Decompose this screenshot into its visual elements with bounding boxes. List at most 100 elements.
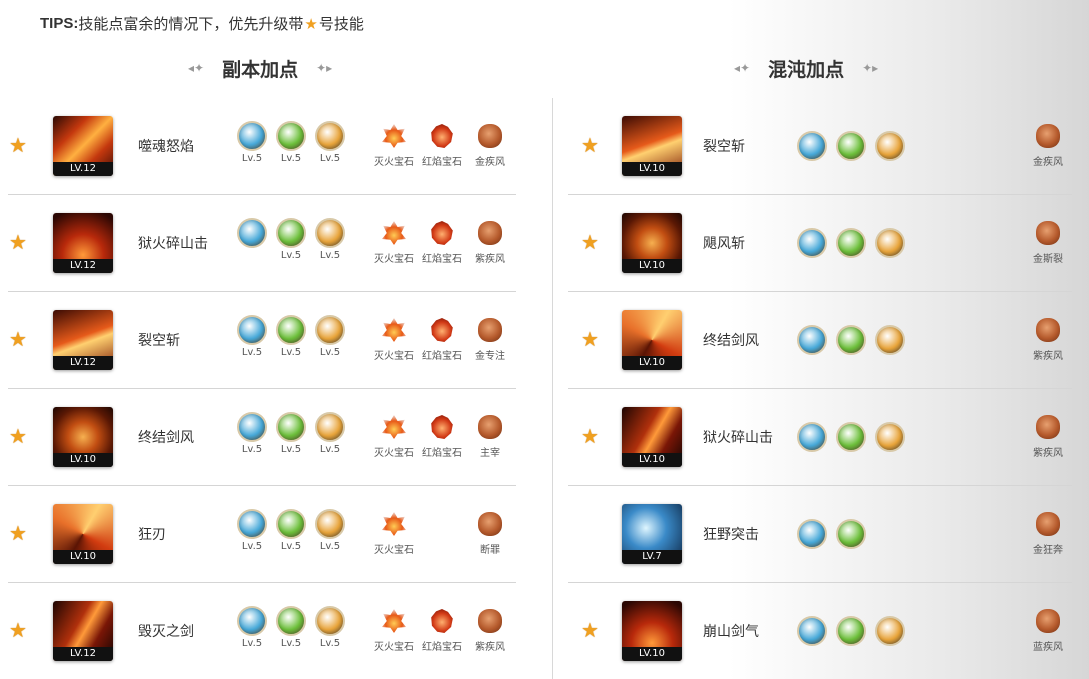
rune-icon[interactable] <box>836 131 866 161</box>
row-divider <box>8 388 516 389</box>
left-arrow-icon: ◂✦ <box>734 61 751 75</box>
skill-icon[interactable]: LV.10 <box>622 310 682 370</box>
gem-icon[interactable] <box>478 415 502 439</box>
gem-icon[interactable] <box>478 124 502 148</box>
rune-icon[interactable] <box>836 228 866 258</box>
gem-label: 断罪 <box>480 545 500 556</box>
priority-star-icon: ★ <box>581 230 599 254</box>
rune-icon[interactable] <box>836 325 866 355</box>
gem-icon[interactable] <box>382 318 406 342</box>
gem-icon[interactable] <box>431 318 453 342</box>
skill-icon[interactable]: LV.10 <box>622 407 682 467</box>
rune-icon[interactable] <box>237 412 267 442</box>
gem-icon[interactable] <box>1036 415 1060 439</box>
rune-icon[interactable] <box>237 606 267 636</box>
gem-icon[interactable] <box>431 415 453 439</box>
rune-icon[interactable] <box>315 412 345 442</box>
gem-icon[interactable] <box>1036 124 1060 148</box>
rune-icon[interactable] <box>836 616 866 646</box>
skill-icon[interactable]: LV.7 <box>622 504 682 564</box>
rune-icon[interactable] <box>276 315 306 345</box>
priority-star-icon: ★ <box>9 618 27 642</box>
rune-level-label: Lv.5 <box>241 638 263 649</box>
skill-name: 毁灭之剑 <box>138 624 194 640</box>
rune-icon[interactable] <box>315 606 345 636</box>
rune-icon[interactable] <box>875 131 905 161</box>
skill-level-badge: LV.10 <box>622 356 682 370</box>
gem-label: 红焰宝石 <box>422 254 462 265</box>
left-section-title: ◂✦ 副本加点 ✦▸ <box>188 54 332 82</box>
gem-icon[interactable] <box>431 609 453 633</box>
rune-icon[interactable] <box>797 228 827 258</box>
skill-icon[interactable]: LV.10 <box>53 504 113 564</box>
skill-icon[interactable]: LV.12 <box>53 601 113 661</box>
rune-level-label: Lv.5 <box>319 153 341 164</box>
rune-level-label: Lv.5 <box>319 347 341 358</box>
gem-label: 紫疾风 <box>475 642 505 653</box>
gem-icon[interactable] <box>478 609 502 633</box>
skill-icon[interactable]: LV.10 <box>622 601 682 661</box>
gem-icon[interactable] <box>1036 221 1060 245</box>
skill-name: 崩山剑气 <box>703 624 759 640</box>
rune-icon[interactable] <box>315 218 345 248</box>
skill-icon[interactable]: LV.12 <box>53 310 113 370</box>
rune-icon[interactable] <box>237 121 267 151</box>
rune-icon[interactable] <box>276 412 306 442</box>
rune-level-label: Lv.5 <box>241 444 263 455</box>
rune-icon[interactable] <box>875 422 905 452</box>
rune-icon[interactable] <box>797 519 827 549</box>
rune-icon[interactable] <box>875 325 905 355</box>
rune-icon[interactable] <box>836 519 866 549</box>
skill-level-badge: LV.12 <box>53 356 113 370</box>
rune-icon[interactable] <box>315 509 345 539</box>
gem-icon[interactable] <box>382 221 406 245</box>
right-section-title: ◂✦ 混沌加点 ✦▸ <box>734 54 878 82</box>
gem-icon[interactable] <box>431 221 453 245</box>
gem-icon[interactable] <box>431 124 453 148</box>
rune-icon[interactable] <box>237 218 267 248</box>
gem-icon[interactable] <box>382 512 406 536</box>
rune-icon[interactable] <box>237 509 267 539</box>
gem-icon[interactable] <box>382 415 406 439</box>
row-divider <box>568 582 1072 583</box>
star-icon: ★ <box>304 14 318 33</box>
skill-icon[interactable]: LV.12 <box>53 213 113 273</box>
gem-icon[interactable] <box>478 318 502 342</box>
rune-icon[interactable] <box>276 606 306 636</box>
rune-icon[interactable] <box>797 325 827 355</box>
skill-icon[interactable]: LV.10 <box>622 116 682 176</box>
rune-icon[interactable] <box>315 121 345 151</box>
rune-icon[interactable] <box>797 422 827 452</box>
priority-star-icon: ★ <box>9 230 27 254</box>
gem-icon[interactable] <box>478 221 502 245</box>
rune-level-label: Lv.5 <box>280 153 302 164</box>
gem-icon[interactable] <box>382 124 406 148</box>
rune-icon[interactable] <box>797 616 827 646</box>
skill-level-badge: LV.7 <box>622 550 682 564</box>
rune-icon[interactable] <box>836 422 866 452</box>
skill-icon[interactable]: LV.10 <box>53 407 113 467</box>
column-divider <box>552 98 553 679</box>
rune-icon[interactable] <box>276 218 306 248</box>
rune-level-label: Lv.5 <box>241 347 263 358</box>
rune-icon[interactable] <box>315 315 345 345</box>
tips-prefix: TIPS: <box>40 15 79 32</box>
skill-icon[interactable]: LV.12 <box>53 116 113 176</box>
gem-icon[interactable] <box>1036 318 1060 342</box>
row-divider <box>568 194 1072 195</box>
rune-icon[interactable] <box>276 509 306 539</box>
rune-icon[interactable] <box>276 121 306 151</box>
gem-icon[interactable] <box>478 512 502 536</box>
right-arrow-icon: ✦▸ <box>316 61 333 75</box>
skill-icon[interactable]: LV.10 <box>622 213 682 273</box>
gem-icon[interactable] <box>1036 609 1060 633</box>
gem-label: 金疾风 <box>1033 157 1063 168</box>
gem-label: 红焰宝石 <box>422 157 462 168</box>
left-arrow-icon: ◂✦ <box>188 61 205 75</box>
rune-icon[interactable] <box>237 315 267 345</box>
rune-icon[interactable] <box>797 131 827 161</box>
gem-icon[interactable] <box>382 609 406 633</box>
rune-icon[interactable] <box>875 228 905 258</box>
gem-icon[interactable] <box>1036 512 1060 536</box>
rune-icon[interactable] <box>875 616 905 646</box>
